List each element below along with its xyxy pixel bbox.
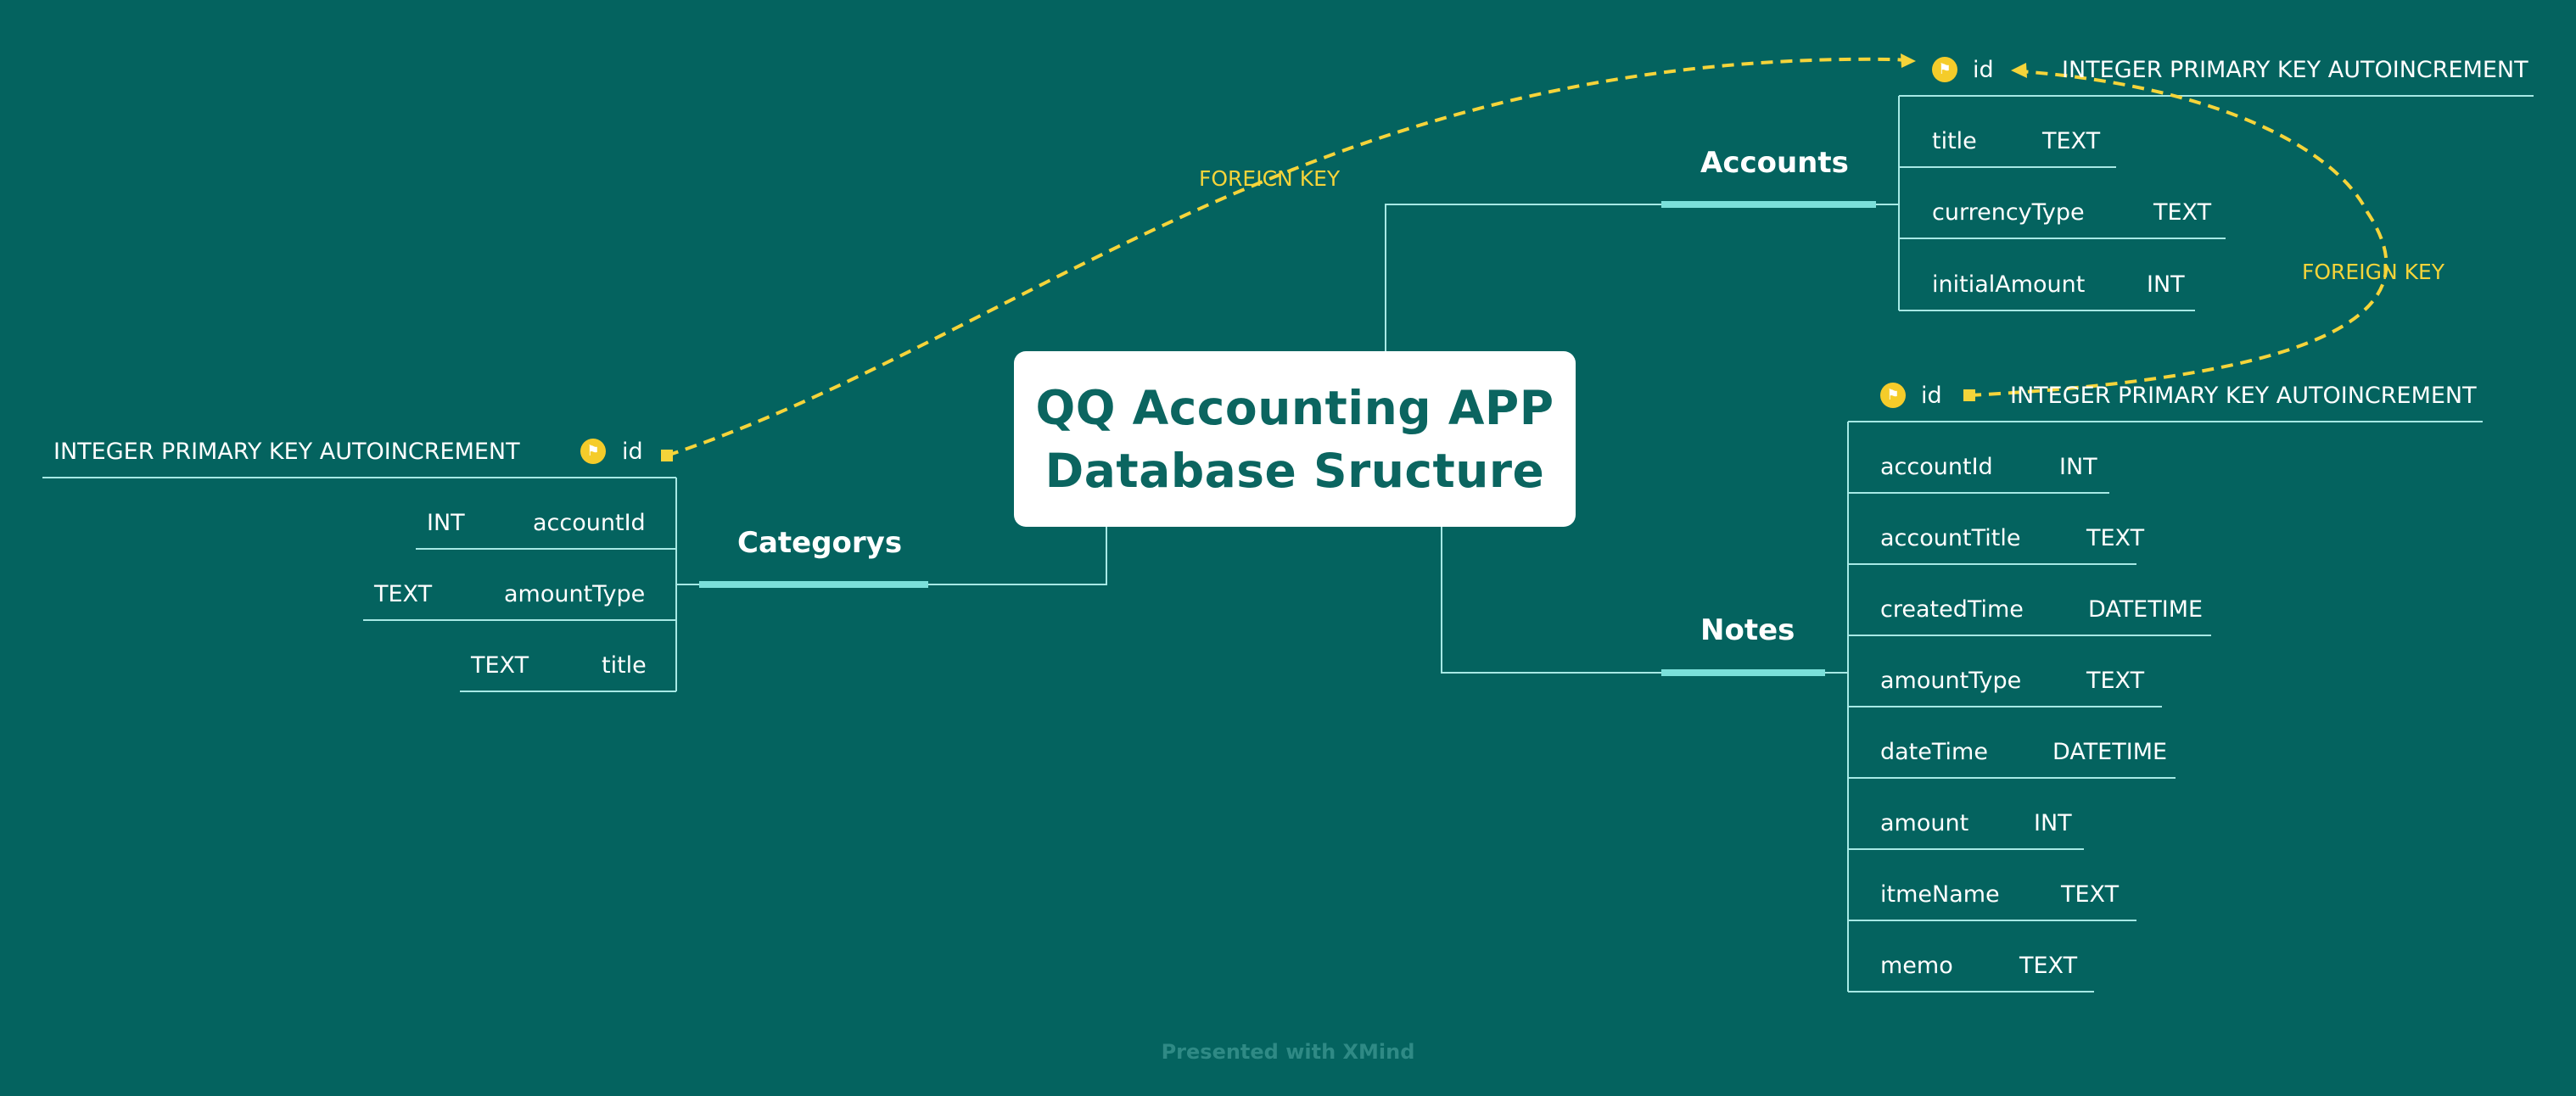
fk-left-start-marker — [661, 450, 673, 461]
notes-field-type: TEXT — [2019, 953, 2078, 979]
foreign-key-label-left: FOREICN KEY — [1199, 166, 1341, 191]
notes-id-type: INTEGER PRIMARY KEY AUTOINCREMENT — [2010, 383, 2477, 409]
categorys-bar — [699, 581, 928, 588]
accounts-id-label[interactable]: id — [1973, 57, 1994, 83]
accounts-field-type: TEXT — [2042, 128, 2101, 154]
notes-field-name[interactable]: itmeName — [1880, 881, 2000, 908]
flag-icon: ⚑ — [580, 439, 606, 464]
accounts-field-name[interactable]: initialAmount — [1932, 271, 2085, 298]
connector-notes — [1441, 527, 1661, 674]
notes-field-name[interactable]: dateTime — [1880, 739, 1988, 765]
categorys-field-type: TEXT — [471, 652, 529, 679]
categorys-id-label[interactable]: id — [622, 439, 643, 465]
foreign-key-arrow-right — [1968, 70, 2388, 397]
foreign-key-label-right: FOREIGN KEY — [2302, 260, 2445, 284]
notes-field-name[interactable]: accountId — [1880, 454, 1993, 480]
notes-field-type: INT — [2059, 454, 2097, 480]
categorys-id-type: INTEGER PRIMARY KEY AUTOINCREMENT — [53, 439, 520, 465]
categorys-field-name[interactable]: amountType — [504, 581, 645, 607]
accounts-field-name[interactable]: title — [1932, 128, 1977, 154]
accounts-field-name[interactable]: currencyType — [1932, 199, 2085, 226]
flag-icon: ⚑ — [1932, 57, 1957, 82]
fk-right-arrowhead — [2011, 63, 2027, 78]
connector-accounts — [1385, 204, 1661, 351]
categorys-field-name[interactable]: title — [602, 652, 647, 679]
notes-field-type: TEXT — [2086, 525, 2145, 551]
notes-id-label[interactable]: id — [1921, 383, 1942, 409]
watermark: Presented with XMind — [1161, 1040, 1415, 1064]
fk-left-arrowhead — [1901, 53, 1916, 68]
notes-field-type: TEXT — [2086, 668, 2145, 694]
flag-icon: ⚑ — [1880, 383, 1906, 408]
notes-field-name[interactable]: createdTime — [1880, 596, 2024, 623]
central-topic-line2: Database Sructure — [1044, 443, 1545, 498]
notes-field-name[interactable]: accountTitle — [1880, 525, 2020, 551]
notes-field-type: TEXT — [2061, 881, 2120, 908]
notes-field-type: INT — [2034, 810, 2072, 836]
categorys-field-type: TEXT — [374, 581, 433, 607]
categorys-field-type: INT — [427, 510, 465, 536]
notes-field-name[interactable]: amount — [1880, 810, 1968, 836]
central-topic[interactable]: QQ Accounting APP Database Sructure — [1014, 351, 1576, 527]
notes-field-name[interactable]: memo — [1880, 953, 1953, 979]
fk-right-start-marker — [1963, 389, 1975, 401]
notes-bar — [1661, 669, 1825, 676]
notes-field-type: DATETIME — [2088, 596, 2204, 623]
accounts-field-type: INT — [2147, 271, 2185, 298]
central-topic-line1: QQ Accounting APP — [1035, 380, 1554, 435]
accounts-field-type: TEXT — [2153, 199, 2212, 226]
branch-categorys[interactable]: Categorys — [737, 526, 902, 560]
diagram-canvas: QQ Accounting APP Database Sructure Acco… — [0, 0, 2576, 1096]
connector-layer — [42, 53, 2534, 993]
notes-field-name[interactable]: amountType — [1880, 668, 2021, 694]
branch-notes[interactable]: Notes — [1700, 613, 1795, 647]
branch-accounts[interactable]: Accounts — [1700, 146, 1849, 180]
accounts-bar — [1661, 201, 1876, 208]
connector-categorys — [928, 527, 1107, 585]
notes-field-type: DATETIME — [2052, 739, 2168, 765]
accounts-id-type: INTEGER PRIMARY KEY AUTOINCREMENT — [2062, 57, 2528, 83]
categorys-field-name[interactable]: accountId — [533, 510, 646, 536]
